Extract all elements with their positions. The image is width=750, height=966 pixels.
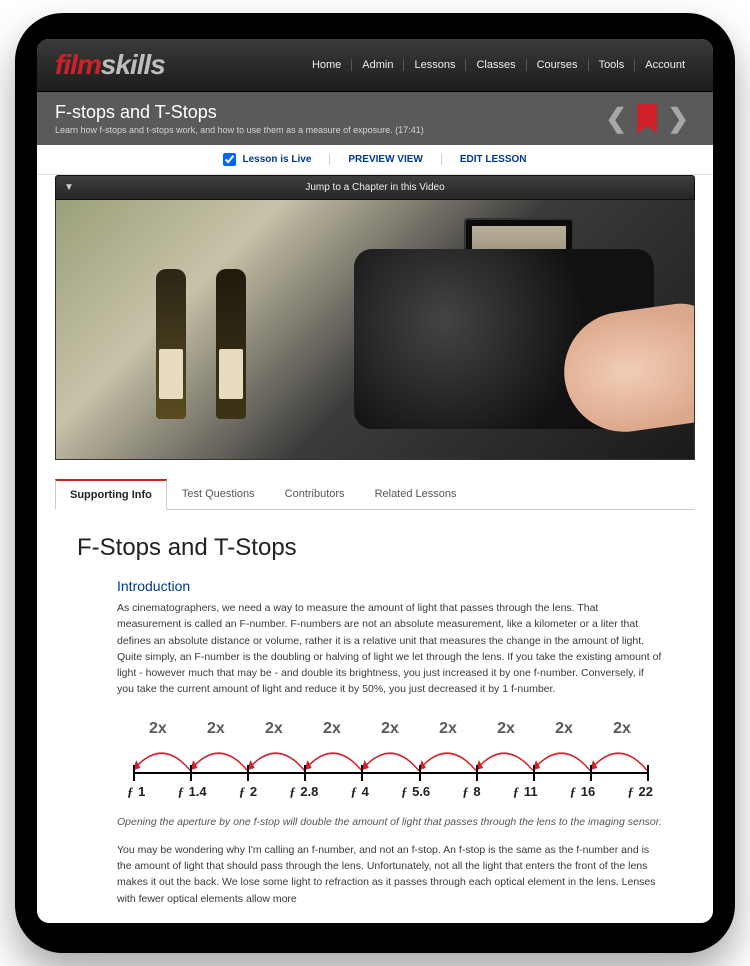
fstop-multiplier-label: 2x — [555, 720, 573, 738]
article-section-title: Introduction — [117, 578, 663, 594]
fstop-tick — [247, 765, 249, 781]
fstop-multiplier-label: 2x — [439, 720, 457, 738]
lesson-subtitle: Learn how f-stops and t-stops work, and … — [55, 125, 424, 135]
chevron-down-icon: ▼ — [64, 182, 74, 193]
fstop-multiplier-label: 2x — [497, 720, 515, 738]
fstop-multiplier-label: 2x — [323, 720, 341, 738]
fstop-multiplier-label: 2x — [381, 720, 399, 738]
lesson-nav: ❮ ❯ — [599, 104, 695, 134]
fstop-caption: Opening the aperture by one f-stop will … — [117, 814, 663, 830]
prev-lesson-button[interactable]: ❮ — [599, 104, 633, 134]
lesson-tabs-wrap: Supporting Info Test Questions Contribut… — [37, 460, 713, 510]
fstop-tick — [361, 765, 363, 781]
fstop-multiplier-label: 2x — [613, 720, 631, 738]
brand-logo[interactable]: filmskills — [55, 49, 165, 81]
lesson-controls: Lesson is Live PREVIEW VIEW EDIT LESSON — [37, 145, 713, 175]
nav-classes[interactable]: Classes — [465, 59, 525, 71]
fstop-tick — [190, 765, 192, 781]
lesson-title-block: F-stops and T-Stops Learn how f-stops an… — [55, 102, 424, 135]
edit-lesson-button[interactable]: EDIT LESSON — [441, 154, 545, 165]
fstop-tick — [133, 765, 135, 781]
tab-contributors[interactable]: Contributors — [270, 479, 360, 510]
tab-related-lessons[interactable]: Related Lessons — [360, 479, 472, 510]
scene-bottle-icon — [156, 269, 186, 419]
article-body-paragraph: You may be wondering why I'm calling an … — [117, 842, 663, 907]
scene-bottle-icon — [216, 269, 246, 419]
fstop-multipliers: 2x 2x 2x 2x 2x 2x 2x 2x 2x — [117, 720, 663, 738]
fstop-value-label: ƒ 2.8 — [289, 784, 318, 800]
bookmark-icon[interactable] — [637, 104, 657, 134]
article-intro-paragraph: As cinematographers, we need a way to me… — [117, 600, 663, 698]
tablet-frame: filmskills Home Admin Lessons Classes Co… — [15, 13, 735, 953]
fstop-value-label: ƒ 4 — [351, 784, 369, 800]
fstop-multiplier-label: 2x — [265, 720, 283, 738]
lesson-title: F-stops and T-Stops — [55, 102, 424, 123]
tab-test-questions[interactable]: Test Questions — [167, 479, 270, 510]
fstop-multiplier-label: 2x — [207, 720, 225, 738]
next-lesson-button[interactable]: ❯ — [661, 104, 695, 134]
fstop-value-label: ƒ 2 — [239, 784, 257, 800]
fstop-value-label: ƒ 8 — [462, 784, 480, 800]
tab-supporting-info[interactable]: Supporting Info — [55, 479, 167, 510]
fstop-value-label: ƒ 1 — [127, 784, 145, 800]
fstop-arcs — [133, 738, 647, 772]
fstop-value-label: ƒ 22 — [627, 784, 653, 800]
lesson-live-checkbox[interactable] — [223, 153, 236, 166]
nav-lessons[interactable]: Lessons — [403, 59, 465, 71]
lesson-tabs: Supporting Info Test Questions Contribut… — [55, 478, 695, 510]
chapter-dropdown[interactable]: ▼ Jump to a Chapter in this Video — [55, 175, 695, 200]
nav-admin[interactable]: Admin — [351, 59, 403, 71]
top-navbar: filmskills Home Admin Lessons Classes Co… — [37, 39, 713, 92]
fstop-number-line — [133, 772, 647, 774]
lesson-header: F-stops and T-Stops Learn how f-stops an… — [37, 92, 713, 145]
fstop-tick — [419, 765, 421, 781]
nav-home[interactable]: Home — [302, 59, 351, 71]
screen: filmskills Home Admin Lessons Classes Co… — [37, 39, 713, 923]
nav-courses[interactable]: Courses — [526, 59, 588, 71]
nav-tools[interactable]: Tools — [588, 59, 635, 71]
fstop-values: ƒ 1 ƒ 1.4 ƒ 2 ƒ 2.8 ƒ 4 ƒ 5.6 ƒ 8 ƒ 11 ƒ 16 ƒ 22 — [127, 784, 653, 800]
fstop-tick — [647, 765, 649, 781]
lesson-live-label: Lesson is Live — [242, 154, 311, 165]
main-nav: Home Admin Lessons Classes Courses Tools… — [302, 59, 695, 71]
fstop-tick — [533, 765, 535, 781]
brand-part2: skills — [101, 49, 165, 80]
fstop-value-label: ƒ 16 — [570, 784, 596, 800]
fstop-tick — [590, 765, 592, 781]
video-section: ▼ Jump to a Chapter in this Video — [37, 175, 713, 460]
nav-account[interactable]: Account — [634, 59, 695, 71]
fstop-value-label: ƒ 1.4 — [177, 784, 206, 800]
brand-part1: film — [55, 49, 101, 80]
fstop-tick — [476, 765, 478, 781]
fstop-multiplier-label: 2x — [149, 720, 167, 738]
lesson-live-toggle[interactable]: Lesson is Live — [205, 153, 329, 166]
fstop-value-label: ƒ 5.6 — [401, 784, 430, 800]
fstop-diagram: 2x2x2x2x2x2x2x2x2x ƒ 1ƒ 1.4ƒ 2ƒ 2.8ƒ 4ƒ … — [117, 720, 663, 800]
video-player[interactable] — [55, 200, 695, 460]
article-heading: F-Stops and T-Stops — [77, 534, 673, 562]
chapter-dropdown-label: Jump to a Chapter in this Video — [305, 182, 444, 193]
article-intro-block: Introduction As cinematographers, we nee… — [77, 578, 673, 907]
fstop-value-label: ƒ 11 — [513, 784, 538, 800]
article-content: F-Stops and T-Stops Introduction As cine… — [37, 510, 713, 923]
preview-view-button[interactable]: PREVIEW VIEW — [329, 154, 440, 165]
fstop-tick — [304, 765, 306, 781]
